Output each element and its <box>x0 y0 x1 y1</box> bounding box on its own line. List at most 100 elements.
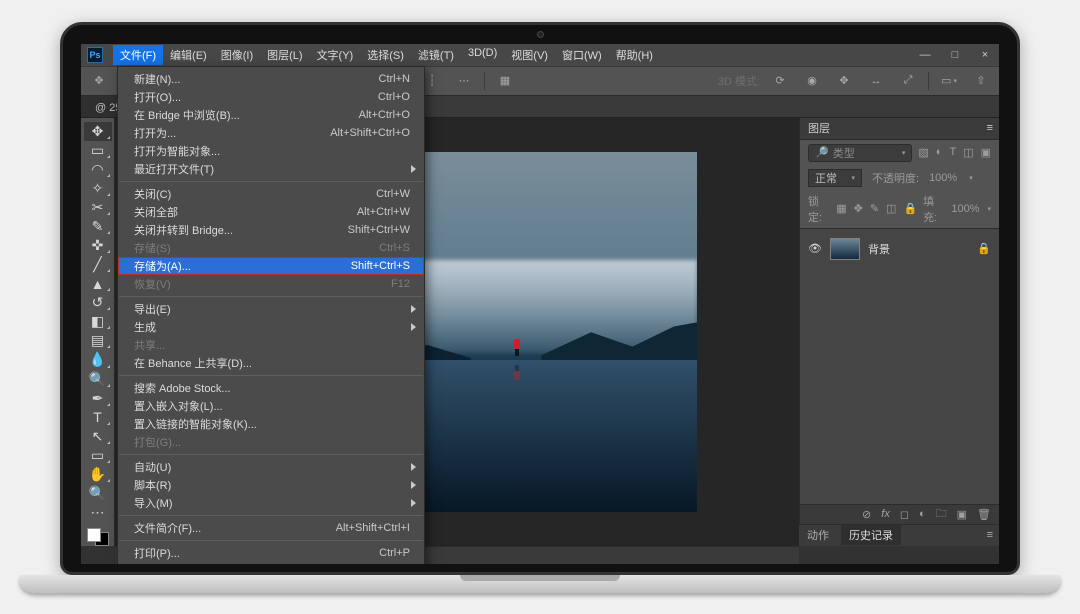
3d-slide-icon[interactable]: ↔ <box>864 72 888 90</box>
menu-item: 共享... <box>118 336 424 354</box>
menu-item[interactable]: 打印一份(Y)Alt+Shift+Ctrl+P <box>118 562 424 564</box>
lock-position-icon[interactable]: ✥ <box>854 202 863 215</box>
3d-orbit-icon[interactable]: ⟳ <box>768 72 792 90</box>
more-options-icon[interactable]: ⋯ <box>452 72 476 90</box>
menu-窗口[interactable]: 窗口(W) <box>555 45 609 65</box>
new-layer-icon[interactable]: ▣ <box>957 508 967 521</box>
type-tool[interactable]: T <box>84 408 112 427</box>
history-brush-tool[interactable]: ↺ <box>84 293 112 312</box>
reference-point-icon[interactable]: ▦ <box>493 72 517 90</box>
menu-编辑[interactable]: 编辑(E) <box>163 45 214 65</box>
layer-row[interactable]: 👁 背景 🔒 <box>800 235 999 263</box>
menu-item[interactable]: 打开为智能对象... <box>118 142 424 160</box>
menu-item[interactable]: 自动(U) <box>118 458 424 476</box>
adjustment-layer-icon[interactable]: ◐ <box>919 508 926 520</box>
gradient-tool[interactable]: ▤ <box>84 331 112 350</box>
color-swatches[interactable] <box>87 528 109 545</box>
edit-toolbar[interactable]: ⋯ <box>84 503 112 522</box>
hand-tool[interactable]: ✋ <box>84 465 112 484</box>
dodge-tool[interactable]: 🔍 <box>84 370 112 389</box>
lock-transparent-icon[interactable]: ◫ <box>886 202 896 215</box>
tab-history[interactable]: 历史记录 <box>841 525 901 545</box>
foreground-color-swatch[interactable] <box>87 528 101 542</box>
layer-filter-kind[interactable]: 🔎 类型 ▾ <box>808 144 912 162</box>
menu-item[interactable]: 打印(P)...Ctrl+P <box>118 544 424 562</box>
window-maximize[interactable]: □ <box>947 49 963 61</box>
menu-item[interactable]: 关闭(C)Ctrl+W <box>118 185 424 203</box>
menu-item[interactable]: 置入链接的智能对象(K)... <box>118 415 424 433</box>
filter-type-icon[interactable]: T <box>949 146 956 159</box>
window-minimize[interactable]: — <box>917 49 933 61</box>
layer-name[interactable]: 背景 <box>868 241 969 257</box>
blend-mode-dropdown[interactable]: 正常▾ <box>808 169 862 187</box>
link-layers-icon[interactable]: ⊘ <box>862 508 871 521</box>
window-close[interactable]: × <box>977 49 993 61</box>
menu-item[interactable]: 最近打开文件(T) <box>118 160 424 178</box>
blur-tool[interactable]: 💧 <box>84 350 112 369</box>
menu-item[interactable]: 关闭全部Alt+Ctrl+W <box>118 203 424 221</box>
3d-zoom-icon[interactable]: ⤢ <box>896 72 920 90</box>
layers-panel-tab[interactable]: 图层 <box>808 120 830 136</box>
filter-shape-icon[interactable]: ◫ <box>963 146 973 159</box>
layer-visibility-icon[interactable]: 👁 <box>808 242 822 255</box>
crop-tool[interactable]: ✂ <box>84 198 112 217</box>
menu-文字[interactable]: 文字(Y) <box>310 45 361 65</box>
lock-icon[interactable]: 🔒 <box>903 202 917 215</box>
menu-item[interactable]: 在 Behance 上共享(D)... <box>118 354 424 372</box>
eyedropper-tool[interactable]: ✎ <box>84 217 112 236</box>
panel-menu-icon[interactable]: ≡ <box>987 122 991 134</box>
move-tool[interactable]: ✥ <box>84 122 112 141</box>
zoom-tool[interactable]: 🔍 <box>84 484 112 503</box>
pen-tool[interactable]: ✒ <box>84 389 112 408</box>
arrange-docs-icon[interactable]: ▭▾ <box>937 72 961 90</box>
brush-tool[interactable]: ╱ <box>84 255 112 274</box>
layer-mask-icon[interactable]: ◻ <box>900 508 909 521</box>
lock-all-icon[interactable]: ▦ <box>836 202 846 215</box>
filter-smart-icon[interactable]: ▣ <box>981 146 991 159</box>
filter-image-icon[interactable]: ▧ <box>918 146 928 159</box>
3d-pan-icon[interactable]: ✥ <box>832 72 856 90</box>
menu-item[interactable]: 关闭并转到 Bridge...Shift+Ctrl+W <box>118 221 424 239</box>
path-selection-tool[interactable]: ↖ <box>84 427 112 446</box>
menu-图像[interactable]: 图像(I) <box>214 45 260 65</box>
new-group-icon[interactable]: 🗀 <box>936 505 947 524</box>
magic-wand-tool[interactable]: ✧ <box>84 179 112 198</box>
menu-图层[interactable]: 图层(L) <box>260 45 309 65</box>
menu-3D[interactable]: 3D(D) <box>461 45 504 65</box>
menu-item[interactable]: 生成 <box>118 318 424 336</box>
lock-pixels-icon[interactable]: ✎ <box>870 202 879 215</box>
tab-actions[interactable]: 动作 <box>807 527 829 543</box>
menu-item[interactable]: 导入(M) <box>118 494 424 512</box>
menu-item[interactable]: 存储为(A)...Shift+Ctrl+S <box>118 257 424 275</box>
marquee-tool[interactable]: ▭ <box>84 141 112 160</box>
menu-滤镜[interactable]: 滤镜(T) <box>411 45 461 65</box>
menu-帮助[interactable]: 帮助(H) <box>609 45 660 65</box>
menu-item[interactable]: 脚本(R) <box>118 476 424 494</box>
menu-选择[interactable]: 选择(S) <box>360 45 411 65</box>
menu-item[interactable]: 置入嵌入对象(L)... <box>118 397 424 415</box>
layer-thumbnail[interactable] <box>830 238 860 260</box>
delete-layer-icon[interactable]: 🗑 <box>977 508 991 521</box>
share-icon[interactable]: ⇧ <box>969 72 993 90</box>
filter-adjust-icon[interactable]: ◐ <box>936 146 943 159</box>
fill-value[interactable]: 100% <box>951 203 979 215</box>
menu-视图[interactable]: 视图(V) <box>504 45 555 65</box>
menu-item[interactable]: 搜索 Adobe Stock... <box>118 379 424 397</box>
menu-文件[interactable]: 文件(F) <box>113 45 163 65</box>
menu-item[interactable]: 在 Bridge 中浏览(B)...Alt+Ctrl+O <box>118 106 424 124</box>
3d-roll-icon[interactable]: ◉ <box>800 72 824 90</box>
eraser-tool[interactable]: ◧ <box>84 312 112 331</box>
panel-menu-icon[interactable]: ≡ <box>987 529 991 541</box>
healing-brush-tool[interactable]: ✜ <box>84 236 112 255</box>
menu-item[interactable]: 打开为...Alt+Shift+Ctrl+O <box>118 124 424 142</box>
menu-item[interactable]: 导出(E) <box>118 300 424 318</box>
opacity-value[interactable]: 100% <box>929 172 957 184</box>
menu-item[interactable]: 新建(N)...Ctrl+N <box>118 70 424 88</box>
layer-style-icon[interactable]: fx <box>881 508 890 520</box>
menu-item[interactable]: 打开(O)...Ctrl+O <box>118 88 424 106</box>
rectangle-tool[interactable]: ▭ <box>84 446 112 465</box>
tool-preset-icon[interactable]: ✥ <box>87 72 111 90</box>
clone-stamp-tool[interactable]: ▲ <box>84 274 112 293</box>
lasso-tool[interactable]: ◠ <box>84 160 112 179</box>
menu-item[interactable]: 文件简介(F)...Alt+Shift+Ctrl+I <box>118 519 424 537</box>
